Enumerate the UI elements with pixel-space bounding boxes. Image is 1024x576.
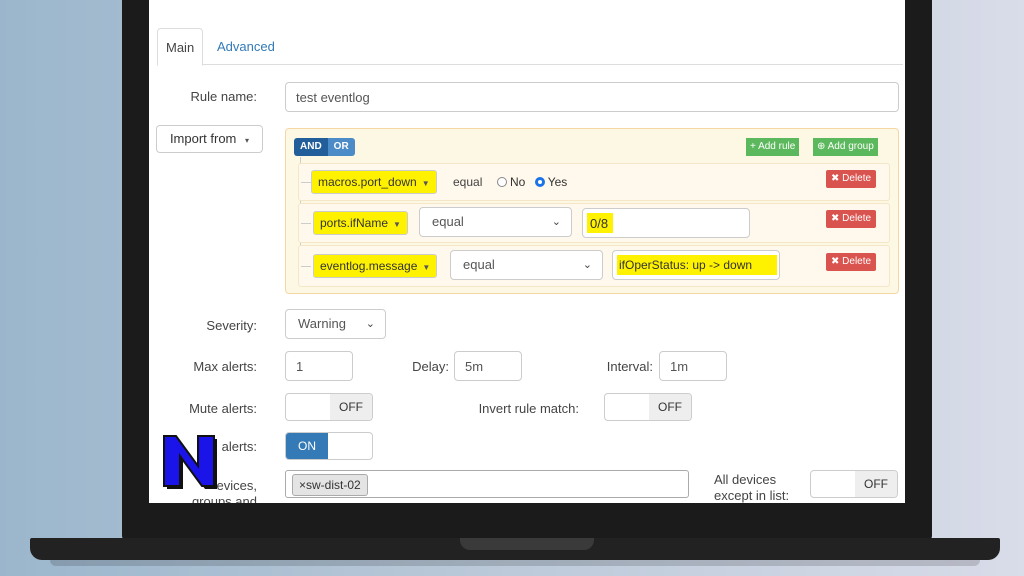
- rule-operator-text: equal: [453, 175, 483, 189]
- rule-value-text: 0/8: [590, 216, 609, 231]
- caret-down-icon: ▼: [422, 263, 431, 272]
- mute-alerts-label: Mute alerts:: [189, 401, 257, 416]
- and-button[interactable]: AND: [294, 138, 328, 156]
- or-button[interactable]: OR: [327, 138, 355, 156]
- device-chip: ×sw-dist-02: [292, 474, 368, 496]
- caret-down-icon: ▼: [393, 220, 401, 229]
- chevron-down-icon: ⌄: [365, 318, 375, 330]
- add-rule-button[interactable]: + Add rule: [746, 138, 800, 156]
- rule-field-value: macros.port_down: [318, 175, 417, 189]
- interval-input[interactable]: [659, 351, 727, 381]
- chevron-down-icon: ⌄: [582, 259, 592, 271]
- toggle-state: ON: [286, 433, 328, 459]
- severity-select[interactable]: Warning ⌄: [285, 309, 386, 339]
- interval-label: Interval:: [606, 359, 653, 374]
- delete-rule-button[interactable]: ✖ Delete: [826, 170, 877, 188]
- rule-operator-value: equal: [463, 257, 495, 272]
- rule-row: eventlog.message ▼ equal ⌄ ifOperStatus: …: [298, 245, 890, 287]
- devices-label-line2: groups and: [191, 494, 257, 503]
- max-alerts-input[interactable]: [285, 351, 353, 381]
- devices-multiselect[interactable]: ×sw-dist-02: [285, 470, 689, 498]
- condition-toggle: AND OR: [294, 138, 355, 156]
- rule-name-label: Rule name:: [190, 89, 257, 104]
- recovery-alerts-toggle[interactable]: ON: [285, 432, 373, 460]
- rule-operator-select[interactable]: equal ⌄: [450, 250, 603, 280]
- delete-label: Delete: [842, 256, 872, 267]
- delay-input[interactable]: [454, 351, 522, 381]
- import-from-label: Import from: [169, 131, 237, 146]
- rule-value-text: ifOperStatus: up -> down: [619, 258, 753, 272]
- invert-rule-toggle[interactable]: OFF: [604, 393, 692, 421]
- toggle-state: OFF: [330, 394, 372, 420]
- severity-label: Severity:: [206, 318, 257, 333]
- add-group-label: Add group: [827, 141, 874, 152]
- chip-remove-icon[interactable]: ×: [299, 478, 306, 492]
- all-devices-label-line2: except in list:: [714, 488, 790, 503]
- delay-label: Delay:: [412, 359, 449, 374]
- all-devices-label-line1: All devices: [714, 472, 777, 487]
- rule-name-input[interactable]: [285, 82, 899, 112]
- toggle-state: OFF: [649, 394, 691, 420]
- add-group-button[interactable]: ⊕ Add group: [813, 138, 878, 156]
- laptop-shadow: [50, 560, 980, 566]
- tree-branch: [301, 182, 311, 183]
- delete-rule-button[interactable]: ✖ Delete: [826, 210, 877, 228]
- tab-main[interactable]: Main: [157, 28, 204, 66]
- toggle-state: OFF: [855, 471, 897, 497]
- radio-no-label: No: [510, 175, 526, 189]
- max-alerts-label: Max alerts:: [193, 359, 257, 374]
- invert-rule-label: Invert rule match:: [478, 401, 579, 416]
- import-from-button[interactable]: Import from ▾: [156, 125, 263, 153]
- laptop-notch: [460, 538, 594, 550]
- all-devices-toggle[interactable]: OFF: [810, 470, 898, 498]
- rule-operator-select[interactable]: equal ⌄: [419, 207, 572, 237]
- rule-operator-value: equal: [432, 214, 464, 229]
- mute-alerts-toggle[interactable]: OFF: [285, 393, 373, 421]
- caret-down-icon: ▼: [421, 179, 430, 188]
- rule-field-value: eventlog.message: [320, 259, 418, 273]
- rule-row: macros.port_down ▼ equal No Yes ✖ Delete: [298, 163, 890, 201]
- close-icon: ✖: [831, 213, 840, 224]
- rule-field-value: ports.ifName: [320, 216, 389, 230]
- tree-branch: [301, 266, 311, 267]
- severity-value: Warning: [298, 316, 346, 331]
- all-devices-label: All devices except in list:: [714, 472, 804, 503]
- rule-row: ports.ifName ▼ equal ⌄ 0/8 ✖ Delete: [298, 203, 890, 243]
- rule-value-input[interactable]: ifOperStatus: up -> down: [612, 250, 780, 280]
- radio-yes-label: Yes: [547, 175, 568, 189]
- delete-rule-button[interactable]: ✖ Delete: [826, 253, 877, 271]
- close-icon: ✖: [831, 256, 840, 267]
- rule-field-select[interactable]: macros.port_down ▼: [311, 170, 437, 194]
- rule-field-select[interactable]: ports.ifName ▼: [313, 211, 408, 235]
- radio-group: No Yes: [497, 175, 567, 189]
- radio-yes[interactable]: [534, 177, 545, 187]
- rule-field-select[interactable]: eventlog.message ▼: [313, 254, 438, 278]
- plus-circle-icon: ⊕: [817, 141, 826, 152]
- close-icon: ✖: [831, 173, 840, 184]
- query-builder: AND OR + Add rule ⊕ Add group macros.por…: [285, 128, 899, 294]
- tab-advanced[interactable]: Advanced: [209, 28, 283, 64]
- chevron-down-icon: ⌄: [551, 216, 561, 228]
- chip-label: sw-dist-02: [306, 478, 361, 492]
- delete-label: Delete: [842, 213, 872, 224]
- radio-no[interactable]: [497, 177, 507, 187]
- caret-down-icon: ▾: [245, 136, 250, 145]
- alert-rule-form: Main Advanced Rule name: Import from ▾ A…: [149, 0, 905, 503]
- n-logo-icon: [163, 435, 217, 489]
- tree-branch: [301, 223, 311, 224]
- delete-label: Delete: [842, 173, 872, 184]
- tab-bar: Main Advanced: [157, 28, 903, 66]
